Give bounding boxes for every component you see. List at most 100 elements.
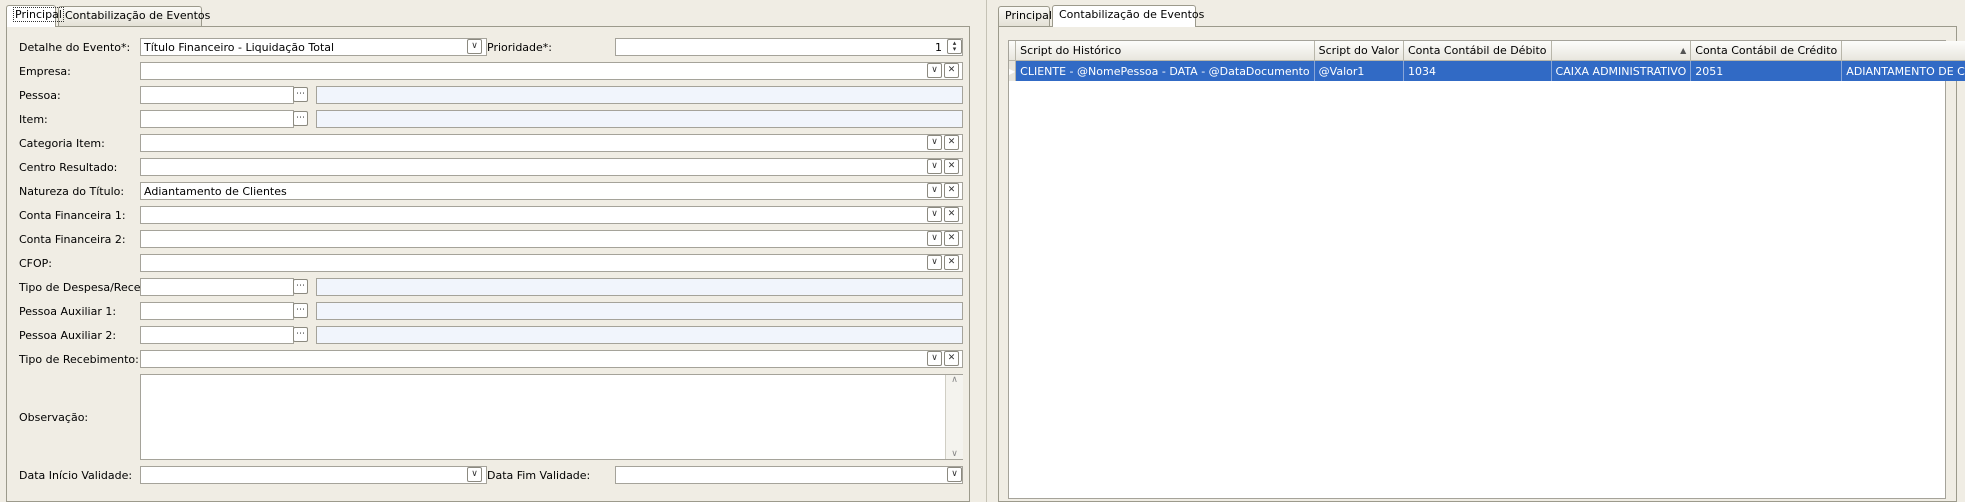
prioridade-input[interactable]: 1: [615, 38, 963, 56]
chevron-down-icon[interactable]: ∨: [927, 159, 942, 174]
grid-body: Script do Histórico Script do Valor Cont…: [998, 26, 1965, 502]
cell-script-historico[interactable]: CLIENTE - @NomePessoa - DATA - @DataDocu…: [1015, 60, 1315, 81]
pessoa-aux2-name-display: [316, 326, 963, 344]
col-header-conta-credito[interactable]: Conta Contábil de Crédito: [1690, 41, 1843, 61]
chevron-down-icon[interactable]: ∨: [947, 467, 962, 482]
ellipsis-icon[interactable]: ⋯: [293, 327, 308, 342]
conta-fin2-select[interactable]: [140, 230, 963, 248]
observacao-label: Observação:: [19, 411, 89, 424]
col-header-credito-desc[interactable]: [1841, 41, 1965, 61]
clear-icon[interactable]: ✕: [944, 135, 959, 150]
chevron-down-icon[interactable]: ∨: [927, 207, 942, 222]
clear-icon[interactable]: ✕: [944, 351, 959, 366]
row-conta-fin1: Conta Financeira 1: ∨ ✕: [7, 206, 969, 226]
accounting-table: Script do Histórico Script do Valor Cont…: [1009, 41, 1965, 81]
pessoa-code-input[interactable]: [140, 86, 294, 104]
row-tipo-recebimento: Tipo de Recebimento: ∨ ✕: [7, 350, 969, 370]
row-empresa: Empresa: ∨ ✕: [7, 62, 969, 82]
table-row[interactable]: ▶ CLIENTE - @NomePessoa - DATA - @DataDo…: [1009, 60, 1965, 81]
col-header-conta-debito[interactable]: Conta Contábil de Débito: [1403, 41, 1552, 61]
cell-conta-credito[interactable]: 2051: [1690, 60, 1843, 81]
row-tipo-despesa: Tipo de Despesa/Receita: ⋯: [7, 278, 969, 298]
chevron-down-icon[interactable]: ∨: [927, 231, 942, 246]
cell-credito-desc[interactable]: ADIANTAMENTO DE CLIENTES: [1841, 60, 1965, 81]
clear-icon[interactable]: ✕: [944, 183, 959, 198]
cfop-label: CFOP:: [19, 257, 53, 270]
row-detalhe: Detalhe do Evento*: Título Financeiro - …: [7, 38, 969, 58]
col-header-script-historico[interactable]: Script do Histórico: [1015, 41, 1315, 61]
categoria-label: Categoria Item:: [19, 137, 105, 150]
row-categoria: Categoria Item: ∨ ✕: [7, 134, 969, 154]
conta-fin2-label: Conta Financeira 2:: [19, 233, 126, 246]
detalhe-evento-select[interactable]: Título Financeiro - Liquidação Total: [140, 38, 487, 56]
chevron-down-icon[interactable]: ∨: [927, 183, 942, 198]
empresa-select[interactable]: [140, 62, 963, 80]
centro-resultado-select[interactable]: [140, 158, 963, 176]
row-natureza: Natureza do Título: Adiantamento de Clie…: [7, 182, 969, 202]
row-centro: Centro Resultado: ∨ ✕: [7, 158, 969, 178]
cfop-select[interactable]: [140, 254, 963, 272]
cell-conta-debito[interactable]: 1034: [1403, 60, 1552, 81]
chevron-down-icon[interactable]: ∨: [927, 255, 942, 270]
cell-script-valor[interactable]: @Valor1: [1314, 60, 1405, 81]
row-observacao: Observação: ∧ ∨: [7, 374, 969, 460]
clear-icon[interactable]: ✕: [944, 231, 959, 246]
clear-icon[interactable]: ✕: [944, 159, 959, 174]
data-fim-input[interactable]: [615, 466, 963, 484]
chevron-down-icon[interactable]: ∨: [927, 135, 942, 150]
empresa-label: Empresa:: [19, 65, 71, 78]
tab-principal[interactable]: Principal: [6, 5, 64, 27]
panel-splitter[interactable]: [977, 0, 997, 502]
pessoa-aux1-code-input[interactable]: [140, 302, 294, 320]
row-item: Item: ⋯: [7, 110, 969, 130]
table-header-row: Script do Histórico Script do Valor Cont…: [1009, 41, 1965, 61]
pessoa-aux2-label: Pessoa Auxiliar 2:: [19, 329, 117, 342]
col-header-debito-desc[interactable]: ▲: [1551, 41, 1692, 61]
row-indicator-icon: ▶: [1009, 60, 1017, 81]
tipo-despesa-label: Tipo de Despesa/Receita:: [19, 281, 159, 294]
tab-principal-label: Principal: [13, 7, 64, 22]
tab-principal[interactable]: Principal: [998, 6, 1052, 26]
tab-contabilizacao[interactable]: Contabilização de Eventos: [58, 6, 210, 26]
spinner-arrows-icon[interactable]: ▴ ▾: [947, 39, 962, 54]
detalhe-label: Detalhe do Evento*:: [19, 41, 131, 54]
item-code-input[interactable]: [140, 110, 294, 128]
row-datas: Data Início Validade: ∨ Data Fim Validad…: [7, 466, 969, 486]
item-name-display: [316, 110, 963, 128]
form-body: Detalhe do Evento*: Título Financeiro - …: [6, 26, 970, 502]
scroll-up-icon[interactable]: ∧: [946, 375, 963, 385]
chevron-down-icon[interactable]: ∨: [467, 467, 482, 482]
cell-debito-desc[interactable]: CAIXA ADMINISTRATIVO: [1551, 60, 1692, 81]
ellipsis-icon[interactable]: ⋯: [293, 303, 308, 318]
centro-label: Centro Resultado:: [19, 161, 118, 174]
ellipsis-icon[interactable]: ⋯: [293, 279, 308, 294]
tipo-recebimento-select[interactable]: [140, 350, 963, 368]
tab-contabilizacao[interactable]: Contabilização de Eventos: [1052, 5, 1204, 27]
ellipsis-icon[interactable]: ⋯: [293, 87, 308, 102]
pessoa-aux2-code-input[interactable]: [140, 326, 294, 344]
data-inicio-input[interactable]: [140, 466, 487, 484]
ellipsis-icon[interactable]: ⋯: [293, 111, 308, 126]
sort-asc-icon: ▲: [1680, 46, 1687, 55]
tipo-despesa-code-input[interactable]: [140, 278, 294, 296]
chevron-down-icon[interactable]: ∨: [467, 39, 482, 54]
pessoa-aux1-label: Pessoa Auxiliar 1:: [19, 305, 117, 318]
col-header-script-valor[interactable]: Script do Valor: [1314, 41, 1405, 61]
clear-icon[interactable]: ✕: [944, 63, 959, 78]
tipo-recebimento-label: Tipo de Recebimento:: [19, 353, 139, 366]
categoria-select[interactable]: [140, 134, 963, 152]
chevron-down-icon[interactable]: ∨: [927, 351, 942, 366]
chevron-down-icon[interactable]: ∨: [927, 63, 942, 78]
clear-icon[interactable]: ✕: [944, 207, 959, 222]
observacao-scrollbar[interactable]: ∧ ∨: [945, 375, 963, 459]
prioridade-label: Prioridade*:: [487, 41, 553, 54]
scroll-down-icon[interactable]: ∨: [946, 449, 963, 459]
row-conta-fin2: Conta Financeira 2: ∨ ✕: [7, 230, 969, 250]
row-pessoa-aux1: Pessoa Auxiliar 1: ⋯: [7, 302, 969, 322]
row-pessoa-aux2: Pessoa Auxiliar 2: ⋯: [7, 326, 969, 346]
observacao-textarea[interactable]: [140, 374, 963, 460]
conta-fin1-label: Conta Financeira 1:: [19, 209, 126, 222]
natureza-select[interactable]: Adiantamento de Clientes: [140, 182, 963, 200]
conta-fin1-select[interactable]: [140, 206, 963, 224]
clear-icon[interactable]: ✕: [944, 255, 959, 270]
